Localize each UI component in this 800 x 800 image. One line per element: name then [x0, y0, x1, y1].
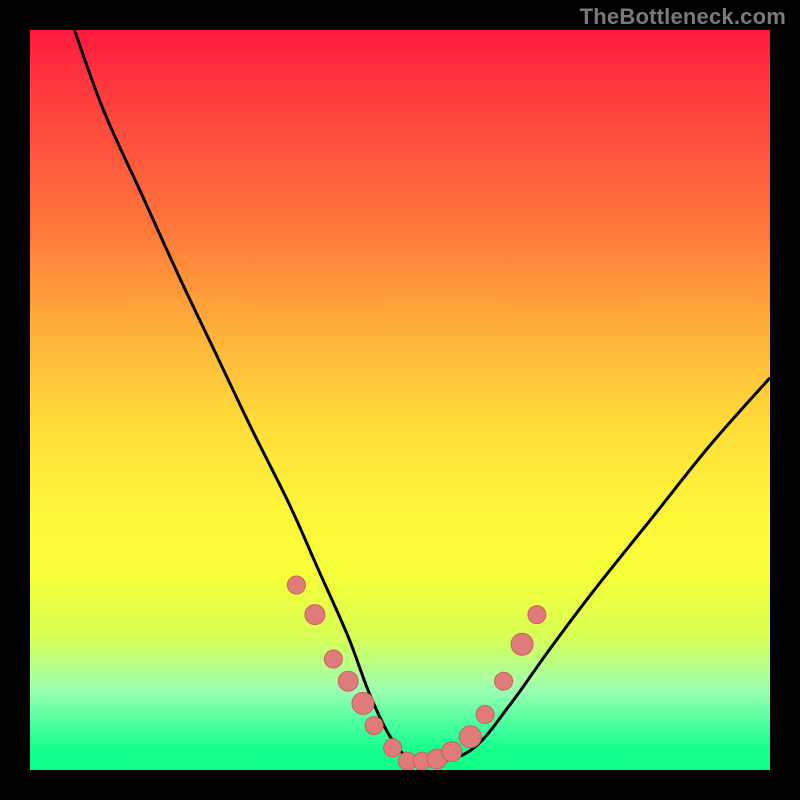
plot-area	[30, 30, 770, 770]
data-marker	[459, 726, 481, 748]
data-marker	[511, 633, 533, 655]
data-marker	[305, 605, 325, 625]
data-marker	[442, 742, 462, 762]
attribution-watermark: TheBottleneck.com	[580, 4, 786, 30]
data-marker	[528, 606, 546, 624]
data-marker	[287, 576, 305, 594]
bottleneck-curve	[74, 30, 770, 765]
marker-group	[287, 576, 546, 770]
chart-svg	[30, 30, 770, 770]
chart-frame: TheBottleneck.com	[0, 0, 800, 800]
data-marker	[365, 717, 383, 735]
data-marker	[338, 671, 358, 691]
data-marker	[476, 706, 494, 724]
data-marker	[495, 672, 513, 690]
data-marker	[352, 692, 374, 714]
data-marker	[384, 739, 402, 757]
data-marker	[324, 650, 342, 668]
